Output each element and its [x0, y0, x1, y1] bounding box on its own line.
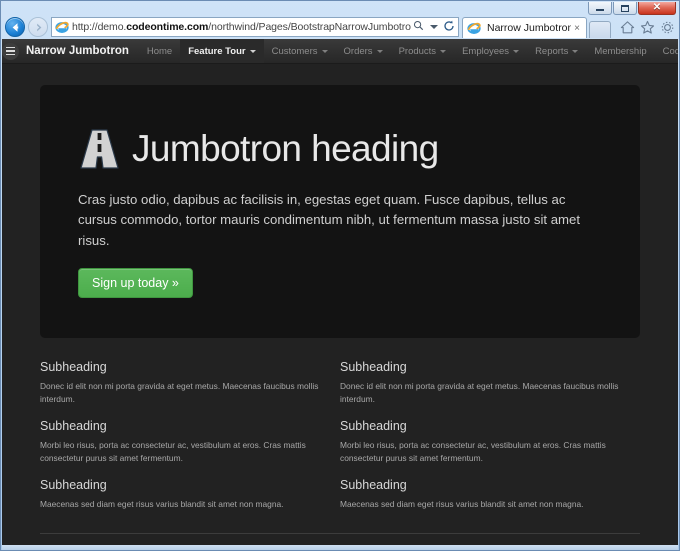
nav-item-code-on-time[interactable]: Code On Time: [655, 39, 678, 63]
nav-item-label: Orders: [343, 45, 373, 57]
jumbotron-heading: Jumbotron heading: [78, 127, 602, 171]
subheading-paragraph: Morbi leo risus, porta ac consectetur ac…: [40, 440, 306, 464]
nav-item-reports[interactable]: Reports: [527, 39, 586, 63]
nav-item-products[interactable]: Products: [391, 39, 455, 63]
title-bar: ✕: [1, 1, 679, 15]
subheading: Subheading: [340, 419, 407, 434]
url-domain: codeontime.com: [126, 21, 209, 33]
window-controls: ✕: [588, 2, 676, 15]
subheading-paragraph: Donec id elit non mi porta gravida at eg…: [40, 381, 319, 405]
site-title[interactable]: Narrow Jumbotron: [19, 39, 139, 63]
sign-up-button[interactable]: Sign up today »: [78, 268, 193, 299]
site-navbar: CODE ONTIME Narrow Jumbotron HomeFeature…: [2, 39, 678, 64]
internet-explorer-icon: [55, 21, 69, 33]
close-window-button[interactable]: ✕: [638, 2, 676, 15]
nav-item-label: Employees: [462, 45, 510, 57]
subheading: Subheading: [340, 360, 407, 375]
url-text: http://demo.codeontime.com/northwind/Pag…: [72, 21, 411, 33]
internet-explorer-icon: [467, 22, 481, 34]
nav-item-employees[interactable]: Employees: [454, 39, 527, 63]
new-tab-button[interactable]: [589, 21, 611, 38]
page-footer: ©2014 Code OnTime LLC. Intelligent code …: [40, 533, 640, 545]
back-arrow-icon: [12, 22, 18, 32]
tab-close-button[interactable]: ×: [571, 23, 583, 34]
status-strip: [2, 545, 678, 550]
nav-item-label: Products: [398, 45, 437, 57]
chevron-down-icon: [249, 49, 256, 53]
subheading: Subheading: [40, 419, 107, 434]
content-row: Subheading Donec id elit non mi porta gra…: [40, 360, 640, 524]
navbar-items: Home Feature Tour Customers Orders Products E…: [139, 39, 678, 63]
nav-item-label: Reports: [535, 45, 569, 57]
nav-item-label: Home: [146, 45, 173, 57]
chevron-down-icon: [572, 49, 579, 53]
minimize-button[interactable]: [588, 2, 612, 15]
tab-title: Narrow Jumbotron: [487, 22, 572, 34]
address-bar[interactable]: http://demo.codeontime.com/northwind/Pag…: [51, 17, 459, 37]
maximize-icon: [621, 4, 629, 12]
forward-button[interactable]: [28, 17, 48, 37]
nav-item-label: Feature Tour: [188, 45, 246, 57]
nav-item-orders[interactable]: Orders: [336, 39, 391, 63]
browser-window: ✕ http://demo.codeontime.com/northwind/P…: [0, 0, 680, 551]
subheading-paragraph: Maecenas sed diam eget risus varius blan…: [340, 499, 584, 510]
nav-item-label: Membership: [594, 45, 647, 57]
subheading-paragraph: Morbi leo risus, porta ac consectetur ac…: [340, 440, 606, 464]
subheading: Subheading: [40, 478, 107, 493]
close-icon: ✕: [652, 2, 662, 13]
forward-arrow-icon: [36, 23, 41, 31]
jumbotron-heading-text: Jumbotron heading: [132, 127, 439, 169]
hamburger-icon: [2, 42, 19, 60]
chevron-down-icon: [513, 49, 520, 53]
nav-item-membership[interactable]: Membership: [586, 39, 654, 63]
refresh-icon[interactable]: [441, 20, 456, 35]
subheading: Subheading: [340, 478, 407, 493]
url-prefix: http://demo.: [72, 21, 127, 33]
browser-toolbar: http://demo.codeontime.com/northwind/Pag…: [1, 15, 679, 39]
nav-item-label: Code On Time: [662, 45, 678, 57]
back-button[interactable]: [5, 17, 25, 37]
page-viewport: CODE ONTIME Narrow Jumbotron HomeFeature…: [2, 39, 678, 545]
chevron-down-icon: [440, 49, 447, 53]
browser-tool-icons: [614, 20, 675, 35]
nav-item-label: Customers: [271, 45, 318, 57]
road-icon: [80, 129, 119, 169]
content-column-right: Subheading Donec id elit non mi porta gra…: [340, 360, 640, 524]
maximize-button[interactable]: [613, 2, 637, 15]
subheading-paragraph: Donec id elit non mi porta gravida at eg…: [340, 381, 619, 405]
tab-strip: Narrow Jumbotron ×: [462, 16, 611, 38]
nav-item-feature-tour[interactable]: Feature Tour: [180, 39, 264, 63]
nav-item-home[interactable]: Home: [139, 39, 180, 63]
page-container: Jumbotron heading Cras justo odio, dapib…: [40, 64, 640, 545]
subheading-paragraph: Maecenas sed diam eget risus varius blan…: [40, 499, 284, 510]
jumbotron-paragraph: Cras justo odio, dapibus ac facilisis in…: [78, 192, 581, 248]
browser-tab[interactable]: Narrow Jumbotron ×: [462, 17, 587, 38]
gear-icon[interactable]: [660, 20, 675, 35]
jumbotron-panel: Jumbotron heading Cras justo odio, dapib…: [40, 85, 640, 339]
chevron-down-icon: [321, 49, 328, 53]
home-icon[interactable]: [620, 20, 635, 35]
nav-item-customers[interactable]: Customers: [264, 39, 336, 63]
star-icon[interactable]: [640, 20, 655, 35]
menu-toggle-button[interactable]: [2, 39, 19, 63]
dropdown-caret-icon[interactable]: [426, 22, 441, 33]
chevron-down-icon: [376, 49, 383, 53]
minimize-icon: [596, 9, 604, 11]
search-icon[interactable]: [411, 20, 426, 34]
content-column-left: Subheading Donec id elit non mi porta gra…: [40, 360, 340, 524]
subheading: Subheading: [40, 360, 107, 375]
url-suffix: /northwind/Pages/BootstrapNarrowJumbotro…: [208, 21, 411, 33]
